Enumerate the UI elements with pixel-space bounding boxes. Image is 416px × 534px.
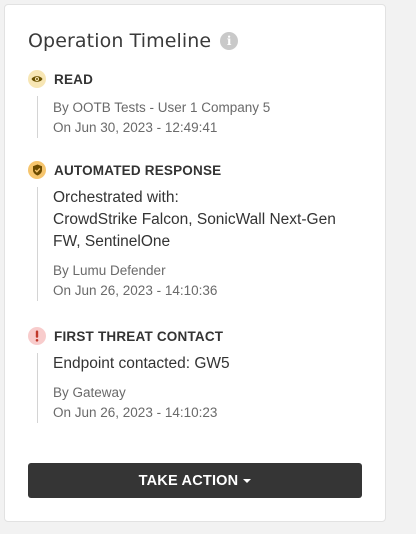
event-detail-line: Orchestrated with: — [53, 189, 179, 206]
event-title: READ — [54, 71, 94, 87]
event-detail-line: Endpoint contacted: GW5 — [53, 355, 230, 372]
event-by: By Lumu Defender — [53, 263, 166, 278]
take-action-button[interactable]: TAKE ACTION — [28, 463, 362, 498]
event-body: Endpoint contacted: GW5 By Gateway On Ju… — [37, 353, 368, 423]
event-by: By Gateway — [53, 385, 126, 400]
card-title: Operation Timeline — [28, 30, 212, 52]
event-title: AUTOMATED RESPONSE — [54, 162, 222, 178]
info-icon[interactable]: i — [220, 32, 239, 50]
event-timestamp: On Jun 30, 2023 - 12:49:41 — [53, 120, 218, 135]
eye-icon — [28, 70, 46, 88]
event-body: By OOTB Tests - User 1 Company 5 On Jun … — [37, 96, 368, 138]
timeline-event-read: READ By OOTB Tests - User 1 Company 5 On… — [28, 70, 368, 138]
card-header: Operation Timeline i — [28, 30, 239, 52]
event-timestamp: On Jun 26, 2023 - 14:10:36 — [53, 283, 218, 298]
exclamation-icon — [28, 327, 46, 345]
event-by: By OOTB Tests - User 1 Company 5 — [53, 100, 271, 115]
timeline-event-automated-response: AUTOMATED RESPONSE Orchestrated with: Cr… — [28, 161, 368, 301]
operation-timeline-card: Operation Timeline i READ By OOTB Tests … — [4, 4, 386, 522]
event-title: FIRST THREAT CONTACT — [54, 328, 224, 344]
shield-check-icon — [28, 161, 46, 179]
event-timestamp: On Jun 26, 2023 - 14:10:23 — [53, 405, 218, 420]
event-body: Orchestrated with: CrowdStrike Falcon, S… — [37, 187, 368, 301]
event-detail-line: FW, SentinelOne — [53, 233, 171, 250]
take-action-label: TAKE ACTION — [138, 472, 239, 489]
event-detail-line: CrowdStrike Falcon, SonicWall Next-Gen — [53, 211, 336, 228]
timeline-event-first-threat-contact: FIRST THREAT CONTACT Endpoint contacted:… — [28, 327, 368, 423]
caret-down-icon — [243, 478, 252, 483]
